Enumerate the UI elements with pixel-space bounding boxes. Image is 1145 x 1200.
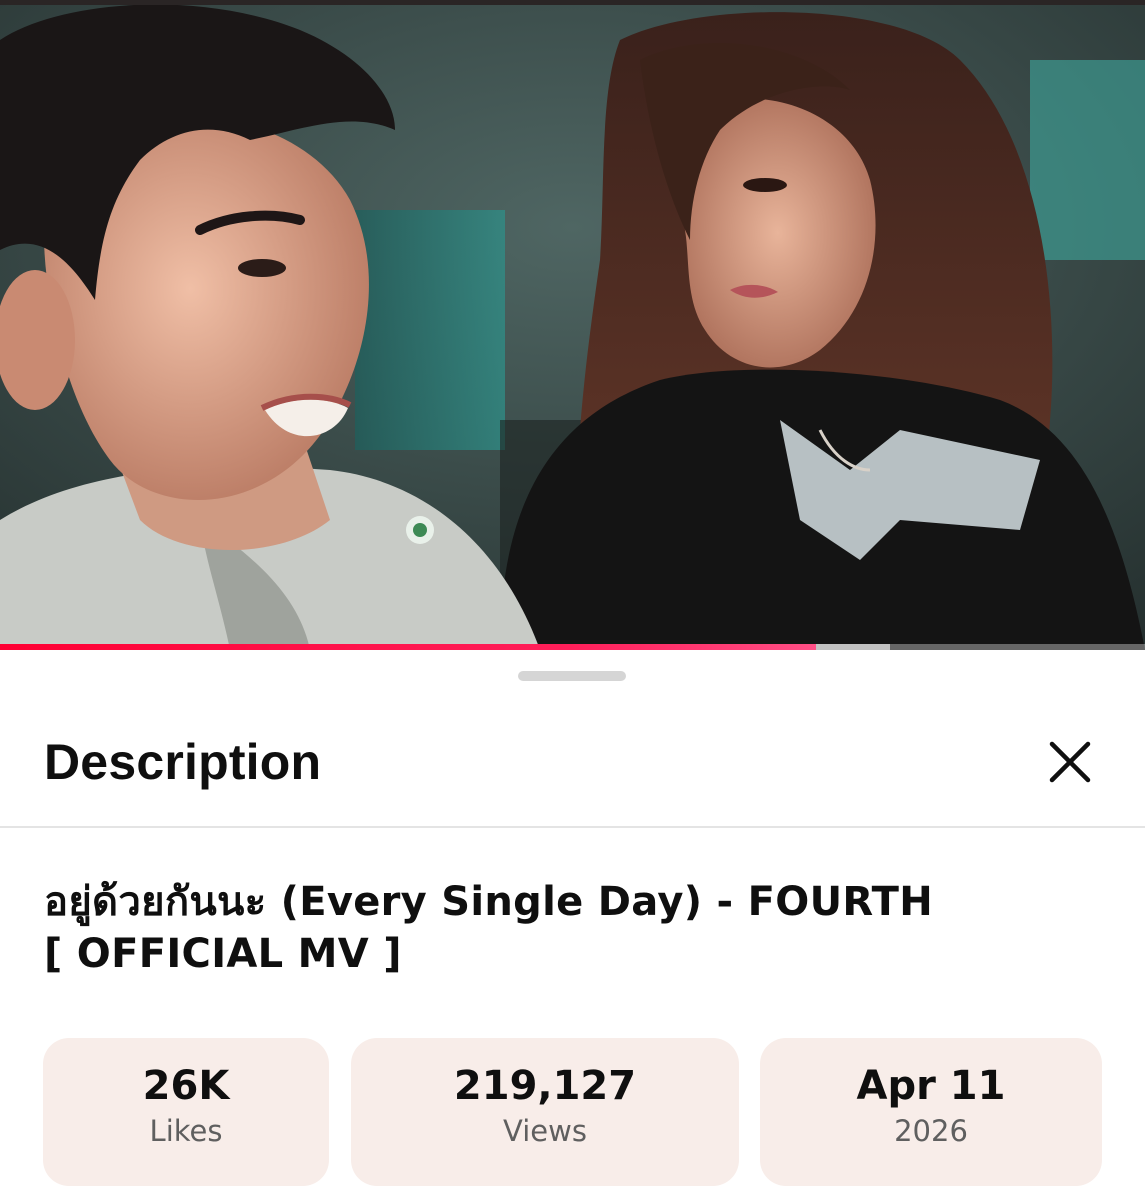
views-label: Views	[503, 1114, 587, 1148]
upload-year: 2026	[894, 1114, 968, 1148]
close-icon	[1049, 741, 1091, 783]
likes-label: Likes	[149, 1114, 223, 1148]
description-sheet: Description อยู่ด้วยกันนะ (Every Single …	[0, 650, 1145, 1200]
video-player[interactable]	[0, 0, 1145, 650]
sheet-header: Description	[0, 710, 1145, 828]
video-title: อยู่ด้วยกันนะ (Every Single Day) - FOURT…	[44, 876, 1104, 980]
stats-row: 26K Likes 219,127 Views Apr 11 2026	[0, 1038, 1145, 1188]
drag-handle[interactable]	[518, 671, 626, 681]
likes-count: 26K	[142, 1063, 230, 1109]
upload-date: Apr 11	[856, 1063, 1006, 1109]
screen: Description อยู่ด้วยกันนะ (Every Single …	[0, 0, 1145, 1200]
views-stat-card: 219,127 Views	[351, 1038, 739, 1186]
top-status-strip	[0, 0, 1145, 5]
video-title-line-1: อยู่ด้วยกันนะ (Every Single Day) - FOURT…	[44, 879, 934, 925]
likes-stat-card: 26K Likes	[43, 1038, 329, 1186]
sheet-title: Description	[44, 734, 322, 790]
video-title-line-2: [ OFFICIAL MV ]	[44, 931, 402, 977]
views-count: 219,127	[453, 1063, 637, 1109]
date-stat-card: Apr 11 2026	[760, 1038, 1102, 1186]
video-frame	[0, 0, 1145, 650]
close-button[interactable]	[1034, 726, 1106, 798]
